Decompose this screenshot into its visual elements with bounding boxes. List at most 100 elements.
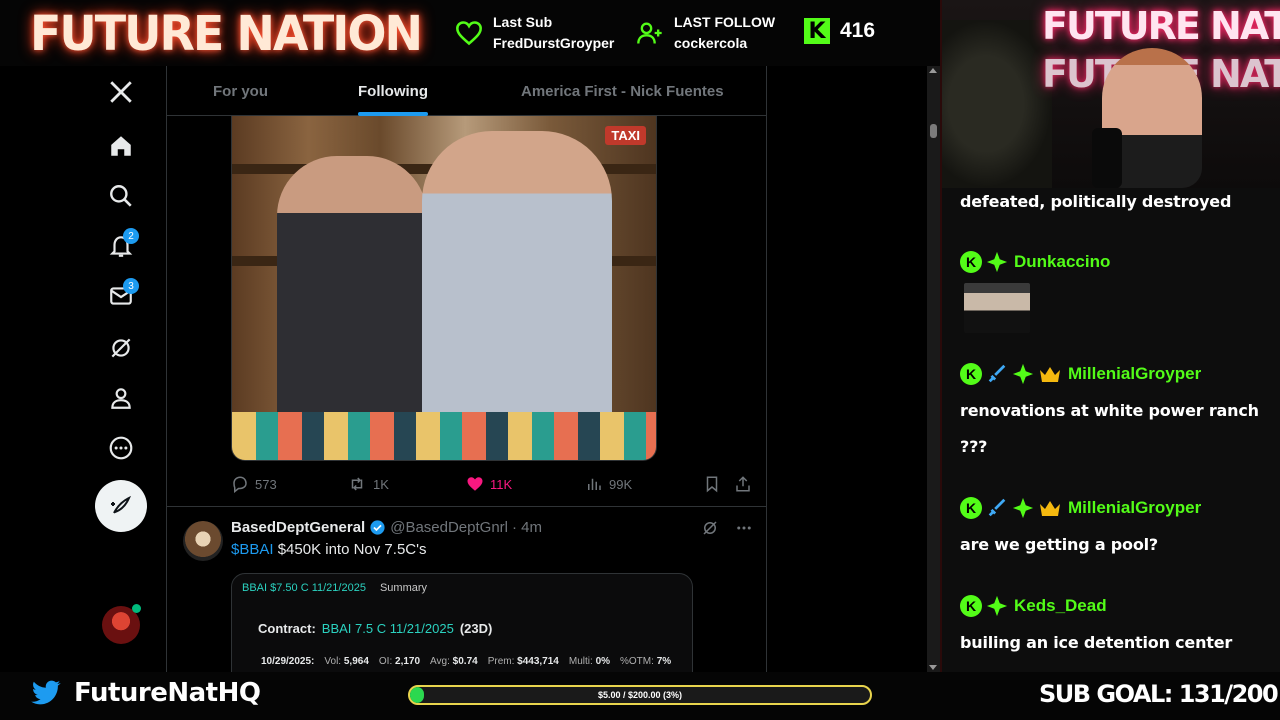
retweet-count: 1K xyxy=(373,476,389,492)
verified-badge-icon xyxy=(370,520,385,535)
neon-sign: FUTURE NATION xyxy=(1042,4,1280,48)
gem-badge-icon xyxy=(986,595,1008,617)
x-sidebar-nav: 2 3 xyxy=(0,66,166,672)
sub-goal-counter: SUB GOAL: 131/200 xyxy=(1039,680,1279,708)
tweet-photo[interactable]: TAXI xyxy=(231,116,657,461)
scroll-up-arrow[interactable] xyxy=(929,68,937,73)
reply-button[interactable]: 573 xyxy=(231,471,277,497)
search-icon[interactable] xyxy=(103,178,139,214)
feed-tabs: For you Following America First - Nick F… xyxy=(167,66,766,116)
chat-message-header: K Dunkaccino xyxy=(960,249,1270,275)
tweet-author-handle[interactable]: @BasedDeptGnrl xyxy=(390,519,508,536)
notifications-icon[interactable]: 2 xyxy=(103,228,139,264)
chat-username[interactable]: Keds_Dead xyxy=(1014,596,1107,616)
page-scrollbar[interactable] xyxy=(927,66,940,672)
kick-badge-icon: K xyxy=(960,251,982,273)
scrollbar-thumb[interactable] xyxy=(930,124,937,138)
reply-icon xyxy=(233,476,247,493)
chat-message: K MillenialGroyper are we getting a pool… xyxy=(960,495,1270,563)
stat-prem: $443,714 xyxy=(517,656,559,667)
views-button[interactable]: 99K xyxy=(585,471,632,497)
home-icon[interactable] xyxy=(103,128,139,164)
x-logo-icon[interactable] xyxy=(103,74,139,110)
stat-avg-label: Avg: xyxy=(430,656,450,667)
compose-post-button[interactable] xyxy=(95,480,147,532)
tweet-header: BasedDeptGeneral @BasedDeptGnrl · 4m xyxy=(231,519,542,536)
grok-icon[interactable] xyxy=(701,519,719,537)
tweet-author-avatar[interactable] xyxy=(183,521,223,561)
chat-username[interactable]: MillenialGroyper xyxy=(1068,498,1201,518)
views-icon xyxy=(588,478,601,490)
stat-otm: 7% xyxy=(656,656,672,667)
chat-message-header: K MillenialGroyper xyxy=(960,361,1270,387)
tab-following[interactable]: Following xyxy=(358,66,428,116)
chat-message: K Keds_Dead builing an ice detention cen… xyxy=(960,593,1270,661)
photo-person-left xyxy=(277,156,427,416)
tweet[interactable]: BasedDeptGeneral @BasedDeptGnrl · 4m $BB… xyxy=(167,507,766,672)
bookmark-button[interactable] xyxy=(703,471,721,497)
like-button[interactable]: 11K xyxy=(466,471,512,497)
last-sub-label: Last Sub xyxy=(493,14,553,30)
messages-icon[interactable]: 3 xyxy=(103,278,139,314)
reply-count: 573 xyxy=(255,476,277,492)
account-avatar[interactable] xyxy=(102,604,141,644)
stat-oi-label: OI: xyxy=(378,656,393,667)
x-right-column xyxy=(767,66,927,672)
heart-filled-icon xyxy=(467,477,483,491)
tweet-time[interactable]: · 4m xyxy=(512,519,542,536)
chat-message: K MillenialGroyper renovations at white … xyxy=(960,361,1270,465)
bookmark-icon xyxy=(706,476,718,493)
stat-multi-label: Multi: xyxy=(568,656,593,667)
chat-emote-image xyxy=(964,283,1030,333)
add-user-icon xyxy=(637,22,662,44)
stream-top-bar: FUTURE NATION Last Sub FredDurstGroyper … xyxy=(0,0,940,66)
tab-america-first[interactable]: America First - Nick Fuentes xyxy=(521,66,724,116)
notifications-badge: 2 xyxy=(123,228,139,244)
share-button[interactable] xyxy=(734,471,752,497)
chat-message-header: K MillenialGroyper xyxy=(960,495,1270,521)
card-contract: Contract: BBAI 7.5 C 11/21/2025 (23D) xyxy=(258,621,492,636)
crown-badge-icon xyxy=(1038,497,1062,519)
last-sub-alert: Last Sub FredDurstGroyper xyxy=(455,12,614,54)
webcam-plant xyxy=(942,20,1052,188)
kick-badge-icon: K xyxy=(960,595,982,617)
profile-icon[interactable] xyxy=(103,380,139,416)
stream-bottom-bar: FutureNatHQ $5.00 / $200.00 (3%) SUB GOA… xyxy=(0,672,1280,720)
kick-badge-icon: K xyxy=(960,363,982,385)
chat-message-text: defeated, politically destroyed xyxy=(960,192,1232,211)
card-header: BBAI $7.50 C 11/21/2025 Summary xyxy=(242,582,427,594)
retweet-icon xyxy=(351,477,363,491)
tweet-tools xyxy=(701,519,753,537)
stat-prem-label: Prem: xyxy=(487,656,515,667)
stream-screen: FUTURE NATION Last Sub FredDurstGroyper … xyxy=(0,0,1280,720)
tweet-author-name[interactable]: BasedDeptGeneral xyxy=(231,519,365,536)
scroll-down-arrow[interactable] xyxy=(929,665,937,670)
future-nation-logo: FUTURE NATION xyxy=(30,4,423,62)
last-sub-name: FredDurstGroyper xyxy=(493,35,615,51)
chat-username[interactable]: MillenialGroyper xyxy=(1068,364,1201,384)
microphone xyxy=(1092,128,1122,188)
kick-badge-icon: K xyxy=(960,497,982,519)
contract-value: BBAI 7.5 C 11/21/2025 xyxy=(321,621,454,636)
gem-badge-icon xyxy=(1012,497,1034,519)
grok-icon[interactable] xyxy=(103,330,139,366)
photo-sticker-counter xyxy=(232,412,656,460)
more-options-icon[interactable] xyxy=(735,519,753,537)
cashtag-link[interactable]: $BBAI xyxy=(231,541,274,558)
contract-days: (23D) xyxy=(459,621,493,636)
chat-message-text: builing an ice detention center xyxy=(960,633,1233,652)
card-stats: 10/29/2025: Vol: 5,964 OI: 2,170 Avg: $0… xyxy=(261,656,671,667)
chat-message: defeated, politically destroyed xyxy=(960,184,1270,220)
kick-logo-icon: K xyxy=(804,18,830,44)
gem-badge-icon xyxy=(986,251,1008,273)
tab-for-you[interactable]: For you xyxy=(213,66,268,116)
stat-vol-label: Vol: xyxy=(324,656,342,667)
more-icon[interactable] xyxy=(103,430,139,466)
stream-panel: FUTURE NATION FUTURE NATION defeated, po… xyxy=(940,0,1280,672)
stat-multi: 0% xyxy=(595,656,611,667)
options-flow-card[interactable]: BBAI $7.50 C 11/21/2025 Summary Contract… xyxy=(231,573,693,672)
retweet-button[interactable]: 1K xyxy=(347,471,389,497)
last-follow-label: LAST FOLLOW xyxy=(674,14,776,30)
chat-username[interactable]: Dunkaccino xyxy=(1014,252,1110,272)
contract-label: Contract: xyxy=(258,621,316,636)
